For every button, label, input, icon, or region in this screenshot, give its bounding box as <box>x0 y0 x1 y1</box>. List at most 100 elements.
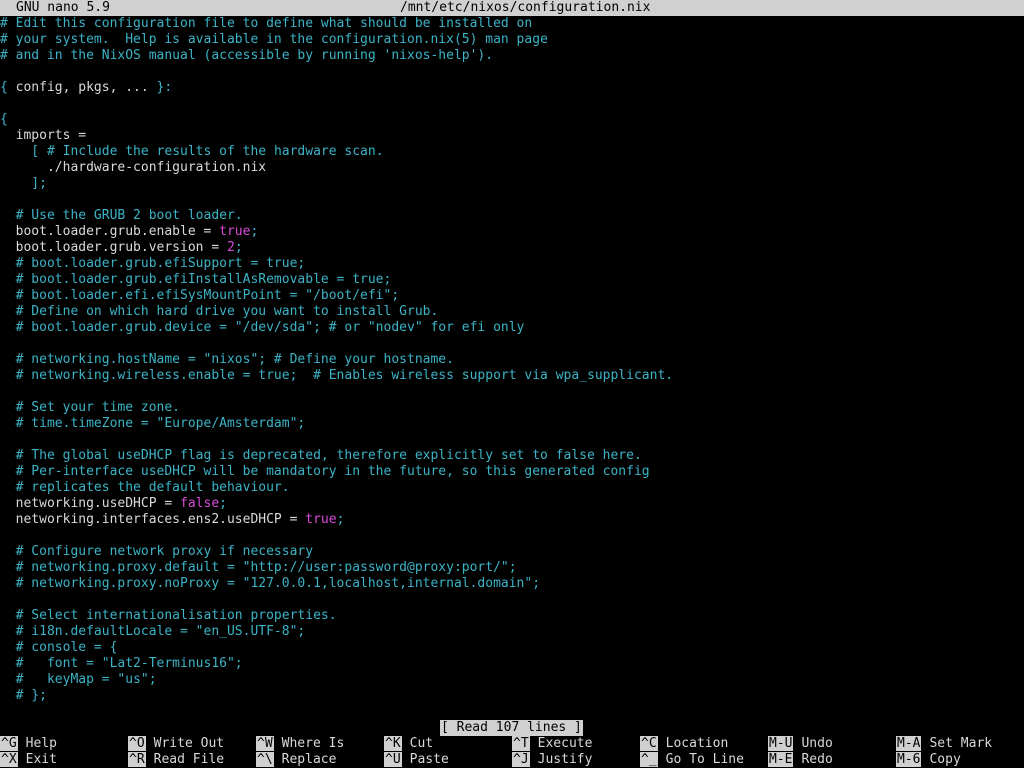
editor-line[interactable]: # }; <box>0 688 1024 704</box>
editor-line[interactable]: # boot.loader.grub.efiSupport = true; <box>0 256 1024 272</box>
editor-line[interactable] <box>0 192 1024 208</box>
shortcut-copy[interactable]: M-6 Copy <box>896 752 961 768</box>
code-segment: ; <box>336 512 345 527</box>
shortcut-exit[interactable]: ^X Exit <box>0 752 57 768</box>
shortcut-key: ^X <box>0 752 18 767</box>
editor-line[interactable]: # networking.proxy.default = "http://use… <box>0 560 1024 576</box>
shortcut-key: M-A <box>896 736 922 751</box>
shortcut-label: Read File <box>153 752 225 767</box>
code-segment: }: <box>156 80 173 95</box>
editor-line[interactable] <box>0 384 1024 400</box>
code-segment: 2 <box>226 240 235 255</box>
editor-line[interactable]: { config, pkgs, ... }: <box>0 80 1024 96</box>
editor-line[interactable]: # networking.hostName = "nixos"; # Defin… <box>0 352 1024 368</box>
editor-line[interactable]: # console = { <box>0 640 1024 656</box>
shortcut-paste[interactable]: ^U Paste <box>384 752 449 768</box>
shortcut-key: M-6 <box>896 752 922 767</box>
editor-line[interactable]: # Per-interface useDHCP will be mandator… <box>0 464 1024 480</box>
code-segment: # Edit this configuration file to define… <box>0 16 533 31</box>
editor-line[interactable]: # Edit this configuration file to define… <box>0 16 1024 32</box>
editor-line[interactable]: # i18n.defaultLocale = "en_US.UTF-8"; <box>0 624 1024 640</box>
code-segment: # Define on which hard drive you want to… <box>0 304 439 319</box>
code-segment: # font = "Lat2-Terminus16"; <box>0 656 243 671</box>
editor-line[interactable]: # replicates the default behaviour. <box>0 480 1024 496</box>
status-message: [ Read 107 lines ] <box>440 720 583 736</box>
code-segment: # i18n.defaultLocale = "en_US.UTF-8"; <box>0 624 306 639</box>
code-segment: boot.loader.grub.version = <box>0 240 227 255</box>
code-segment: config, pkgs, ... <box>15 80 157 95</box>
shortcut-execute[interactable]: ^T Execute <box>512 736 592 752</box>
editor-line[interactable]: # font = "Lat2-Terminus16"; <box>0 656 1024 672</box>
shortcut-label: Undo <box>801 736 833 751</box>
editor-line[interactable]: # boot.loader.efi.efiSysMountPoint = "/b… <box>0 288 1024 304</box>
editor-line[interactable]: # networking.proxy.noProxy = "127.0.0.1,… <box>0 576 1024 592</box>
shortcut-cut[interactable]: ^K Cut <box>384 736 433 752</box>
editor-line[interactable]: # Select internationalisation properties… <box>0 608 1024 624</box>
editor-line[interactable] <box>0 96 1024 112</box>
editor-line[interactable]: # time.timeZone = "Europe/Amsterdam"; <box>0 416 1024 432</box>
editor-line[interactable]: [ # Include the results of the hardware … <box>0 144 1024 160</box>
editor-line[interactable]: networking.useDHCP = false; <box>0 496 1024 512</box>
editor-line[interactable] <box>0 64 1024 80</box>
editor-line[interactable]: # networking.wireless.enable = true; # E… <box>0 368 1024 384</box>
shortcut-location[interactable]: ^C Location <box>640 736 728 752</box>
editor-line[interactable]: # Use the GRUB 2 boot loader. <box>0 208 1024 224</box>
shortcut-redo[interactable]: M-E Redo <box>768 752 833 768</box>
code-segment: # Set your time zone. <box>0 400 181 415</box>
code-segment: # networking.hostName = "nixos"; # Defin… <box>0 352 454 367</box>
code-segment: ]; <box>0 176 47 191</box>
editor-line[interactable] <box>0 592 1024 608</box>
shortcut-set-mark[interactable]: M-A Set Mark <box>896 736 992 752</box>
shortcut-label: Write Out <box>153 736 225 751</box>
code-segment: networking.useDHCP = <box>0 496 181 511</box>
editor-line[interactable]: # keyMap = "us"; <box>0 672 1024 688</box>
editor-line[interactable]: ./hardware-configuration.nix <box>0 160 1024 176</box>
editor-line[interactable]: # boot.loader.grub.efiInstallAsRemovable… <box>0 272 1024 288</box>
shortcut-label: Where Is <box>281 736 345 751</box>
editor-line[interactable]: boot.loader.grub.enable = true; <box>0 224 1024 240</box>
editor-line[interactable] <box>0 432 1024 448</box>
shortcut-help[interactable]: ^G Help <box>0 736 57 752</box>
editor-line[interactable]: { <box>0 112 1024 128</box>
code-segment: # Select internationalisation properties… <box>0 608 337 623</box>
editor-line[interactable]: # Configure network proxy if necessary <box>0 544 1024 560</box>
editor-line[interactable]: ]; <box>0 176 1024 192</box>
shortcut-label: Paste <box>409 752 449 767</box>
shortcut-label: Set Mark <box>929 736 993 751</box>
shortcut-replace[interactable]: ^\ Replace <box>256 752 336 768</box>
editor-line[interactable]: boot.loader.grub.version = 2; <box>0 240 1024 256</box>
code-segment: # Use the GRUB 2 boot loader. <box>0 208 243 223</box>
shortcut-read-file[interactable]: ^R Read File <box>128 752 224 768</box>
shortcut-where-is[interactable]: ^W Where Is <box>256 736 344 752</box>
shortcut-label: Copy <box>929 752 961 767</box>
shortcut-label: Justify <box>537 752 593 767</box>
code-segment: # boot.loader.grub.efiInstallAsRemovable… <box>0 272 392 287</box>
editor-text-area[interactable]: # Edit this configuration file to define… <box>0 16 1024 720</box>
app-name: GNU nano 5.9 <box>16 0 110 15</box>
shortcut-key: M-E <box>768 752 794 767</box>
editor-line[interactable]: # Define on which hard drive you want to… <box>0 304 1024 320</box>
editor-line[interactable]: # The global useDHCP flag is deprecated,… <box>0 448 1024 464</box>
code-segment: # networking.proxy.noProxy = "127.0.0.1,… <box>0 576 541 591</box>
editor-line[interactable]: # and in the NixOS manual (accessible by… <box>0 48 1024 64</box>
code-segment: # networking.proxy.default = "http://use… <box>0 560 517 575</box>
shortcut-go-to-line[interactable]: ^_ Go To Line <box>640 752 744 768</box>
editor-line[interactable]: networking.interfaces.ens2.useDHCP = tru… <box>0 512 1024 528</box>
editor-line[interactable]: # your system. Help is available in the … <box>0 32 1024 48</box>
shortcut-key: ^K <box>384 736 402 751</box>
shortcut-key: M-U <box>768 736 794 751</box>
code-segment: # boot.loader.efi.efiSysMountPoint = "/b… <box>0 288 400 303</box>
editor-line[interactable]: # Set your time zone. <box>0 400 1024 416</box>
code-segment: # Per-interface useDHCP will be mandator… <box>0 464 650 479</box>
editor-line[interactable] <box>0 528 1024 544</box>
nano-title-bar: GNU nano 5.9 /mnt/etc/nixos/configuratio… <box>0 0 1024 16</box>
shortcut-undo[interactable]: M-U Undo <box>768 736 833 752</box>
shortcut-justify[interactable]: ^J Justify <box>512 752 592 768</box>
shortcut-bar: ^G Help ^X Exit ^O Write Out ^R Read File ^W Wher… <box>0 736 1024 768</box>
editor-line[interactable]: # boot.loader.grub.device = "/dev/sda"; … <box>0 320 1024 336</box>
editor-line[interactable] <box>0 336 1024 352</box>
shortcut-key: ^W <box>256 736 274 751</box>
shortcut-key: ^R <box>128 752 146 767</box>
shortcut-write-out[interactable]: ^O Write Out <box>128 736 224 752</box>
editor-line[interactable]: imports = <box>0 128 1024 144</box>
